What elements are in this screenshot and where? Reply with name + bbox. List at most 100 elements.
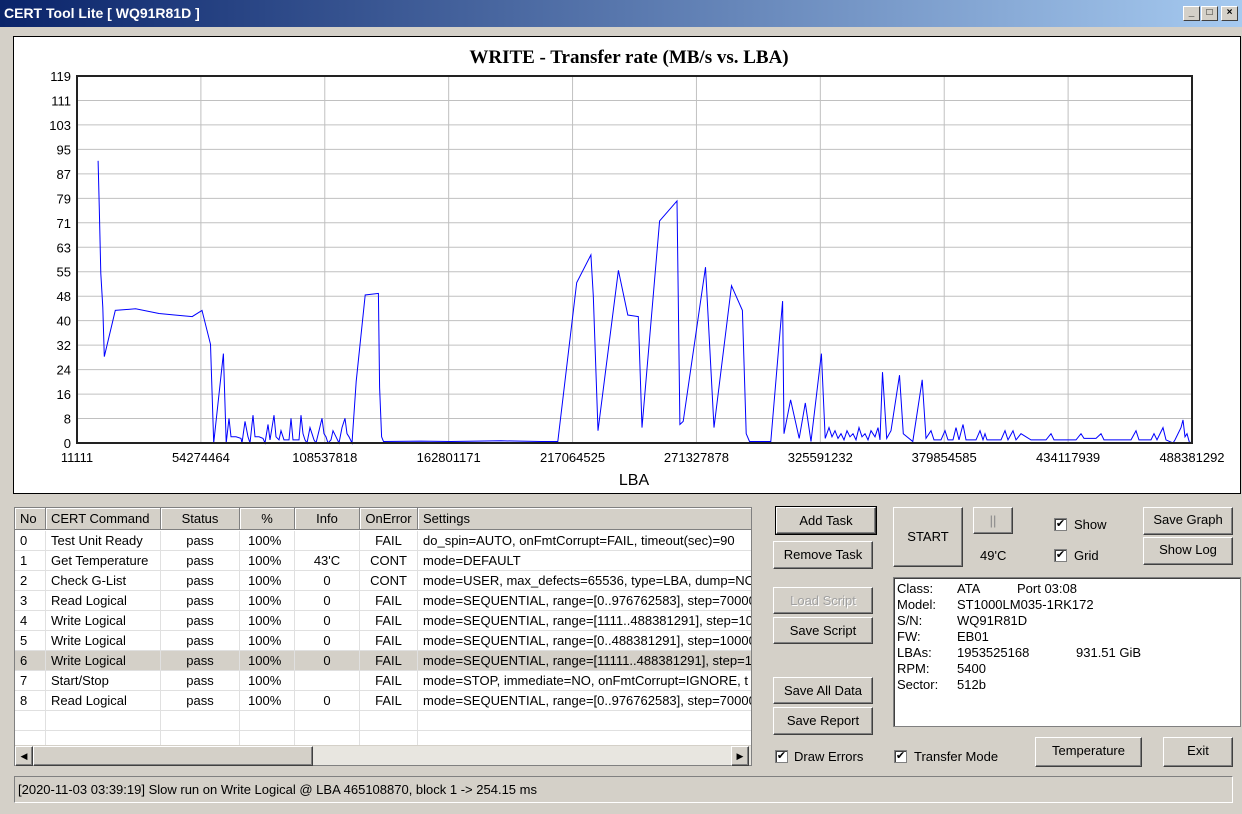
save-all-data-button[interactable]: Save All Data <box>773 677 873 704</box>
column-header-status[interactable]: Status <box>161 508 240 530</box>
cell-onerror: FAIL <box>360 591 418 611</box>
y-tick-label: 63 <box>57 240 71 255</box>
table-row[interactable]: 7 Start/Stop pass 100% FAIL mode=STOP, immedi… <box>15 671 751 691</box>
cell-onerror: FAIL <box>360 691 418 711</box>
cell-info: 0 <box>295 591 360 611</box>
cell-percent: 100% <box>240 531 295 551</box>
class-value: ATA <box>957 581 981 596</box>
capacity-value: 931.51 GiB <box>1076 645 1142 660</box>
temperature-readout: 49'C <box>980 548 1007 563</box>
cell-settings: mode=SEQUENTIAL, range=[0..976762583], s… <box>418 691 751 711</box>
scrollbar-thumb[interactable] <box>33 746 313 766</box>
y-tick-label: 103 <box>49 118 71 133</box>
cell-command: Get Temperature <box>46 551 161 571</box>
window-title: CERT Tool Lite [ WQ91R81D ] <box>4 5 200 21</box>
sector-label: Sector: <box>897 677 939 692</box>
cell-percent: 100% <box>240 611 295 631</box>
cell-no <box>15 711 46 731</box>
cell-status: pass <box>161 531 240 551</box>
scroll-left-button[interactable]: ◀ <box>15 746 33 766</box>
cell-no: 3 <box>15 591 46 611</box>
close-icon[interactable]: × <box>1221 6 1238 21</box>
table-row[interactable]: 1 Get Temperature pass 100% 43'C CONT mode=DEF… <box>15 551 751 571</box>
column-header-info[interactable]: Info <box>295 508 360 530</box>
x-tick-label: 54274464 <box>172 450 230 465</box>
cell-no: 8 <box>15 691 46 711</box>
y-tick-label: 48 <box>57 289 71 304</box>
cell-settings: mode=STOP, immediate=NO, onFmtCorrupt=IG… <box>418 671 751 691</box>
show-checkbox[interactable]: ✔ <box>1054 518 1067 531</box>
cell-command: Read Logical <box>46 691 161 711</box>
horizontal-scrollbar[interactable]: ◀ ▶ <box>15 745 751 766</box>
pause-button[interactable]: || <box>973 507 1013 534</box>
cell-status: pass <box>161 611 240 631</box>
y-tick-label: 95 <box>57 142 71 157</box>
task-table[interactable]: No CERT Command Status% Info OnError Settings… <box>14 507 752 766</box>
remove-task-button[interactable]: Remove Task <box>773 541 873 569</box>
cell-no: 7 <box>15 671 46 691</box>
exit-button[interactable]: Exit <box>1163 737 1233 767</box>
save-report-button[interactable]: Save Report <box>773 707 873 735</box>
column-header-percent[interactable]: % <box>240 508 295 530</box>
column-header-settings[interactable]: Settings <box>418 508 751 530</box>
column-header-no[interactable]: No <box>15 508 46 530</box>
plot-frame <box>76 75 1193 444</box>
cell-onerror: FAIL <box>360 531 418 551</box>
add-task-button[interactable]: Add Task <box>775 506 877 535</box>
cell-percent: 100% <box>240 671 295 691</box>
lbas-label: LBAs: <box>897 645 932 660</box>
cell-command <box>46 711 161 731</box>
y-tick-label: 55 <box>57 265 71 280</box>
y-tick-label: 0 <box>64 436 71 451</box>
x-axis-label: LBA <box>619 472 650 489</box>
status-message: [2020-11-03 03:39:19] Slow run on Write … <box>18 782 537 797</box>
transfer-rate-chart: WRITE - Transfer rate (MB/s vs. LBA) LBA… <box>49 47 1224 489</box>
cell-command: Write Logical <box>46 631 161 651</box>
table-row[interactable]: 3 Read Logical pass 100% 0 FAIL mode=SEQUENTIA… <box>15 591 751 611</box>
start-button[interactable]: START <box>893 507 963 567</box>
model-label: Model: <box>897 597 937 612</box>
chart-title: WRITE - Transfer rate (MB/s vs. LBA) <box>469 47 788 68</box>
y-tick-label: 40 <box>57 314 71 329</box>
column-header-onerror[interactable]: OnError <box>360 508 418 530</box>
show-log-button[interactable]: Show Log <box>1143 537 1233 565</box>
table-row[interactable]: 6 Write Logical pass 100% 0 FAIL mode=SEQUENTI… <box>15 651 751 671</box>
draw-errors-label: Draw Errors <box>794 749 864 764</box>
y-tick-label: 8 <box>64 412 71 427</box>
x-tick-label: 162801171 <box>417 450 481 465</box>
save-graph-button[interactable]: Save Graph <box>1143 507 1233 535</box>
column-header-command[interactable]: CERT Command <box>46 508 161 530</box>
cell-status: pass <box>161 571 240 591</box>
y-tick-label: 79 <box>57 191 71 206</box>
table-row[interactable]: 5 Write Logical pass 100% 0 FAIL mode=SEQUENTI… <box>15 631 751 651</box>
draw-errors-checkbox[interactable]: ✔ <box>775 750 788 763</box>
title-bar: CERT Tool Lite [ WQ91R81D ] <box>0 0 1242 27</box>
table-row[interactable]: 8 Read Logical pass 100% 0 FAIL mode=SEQUENTIA… <box>15 691 751 711</box>
maximize-icon[interactable]: □ <box>1201 6 1218 21</box>
table-row[interactable]: 0 Test Unit Ready pass 100% FAIL do_spin=AUTO… <box>15 531 751 551</box>
minimize-icon[interactable]: _ <box>1183 6 1200 21</box>
temperature-button[interactable]: Temperature <box>1035 737 1142 767</box>
cell-status: pass <box>161 651 240 671</box>
x-tick-label: 108537818 <box>292 450 357 465</box>
save-script-button[interactable]: Save Script <box>773 617 873 644</box>
load-script-button[interactable]: Load Script <box>773 587 873 614</box>
table-row[interactable]: 4 Write Logical pass 100% 0 FAIL mode=SEQUENTI… <box>15 611 751 631</box>
table-row[interactable]: 2 Check G-List pass 100% 0 CONT mode=USER, max… <box>15 571 751 591</box>
scroll-right-button[interactable]: ▶ <box>731 746 749 766</box>
table-header: No CERT Command Status% Info OnError Settings <box>15 508 751 530</box>
cell-command: Test Unit Ready <box>46 531 161 551</box>
cell-no: 5 <box>15 631 46 651</box>
class-label: Class: <box>897 581 934 596</box>
transfer-mode-checkbox[interactable]: ✔ <box>894 750 907 763</box>
cell-no: 0 <box>15 531 46 551</box>
grid-checkbox[interactable]: ✔ <box>1054 549 1067 562</box>
cell-settings: do_spin=AUTO, onFmtCorrupt=FAIL, timeout… <box>418 531 751 551</box>
cell-command: Write Logical <box>46 611 161 631</box>
cell-no: 2 <box>15 571 46 591</box>
x-tick-label: 434117939 <box>1036 450 1100 465</box>
y-tick-label: 71 <box>57 216 71 231</box>
y-tick-label: 87 <box>57 167 71 182</box>
cell-percent: 100% <box>240 631 295 651</box>
fw-label: FW: <box>897 629 921 644</box>
